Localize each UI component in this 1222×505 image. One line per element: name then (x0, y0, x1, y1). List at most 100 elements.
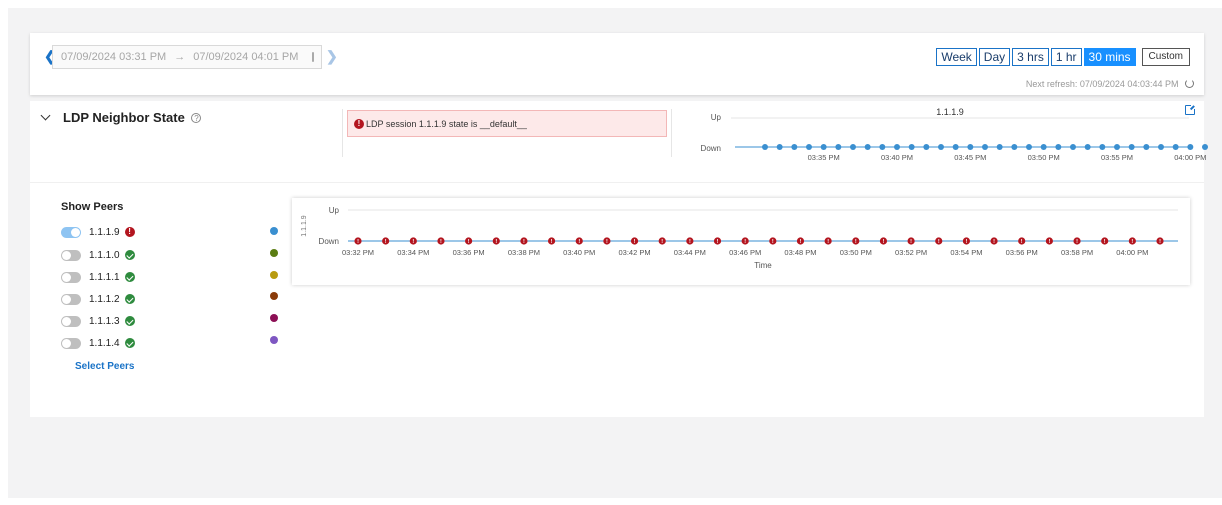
data-point[interactable] (1084, 144, 1091, 150)
error-marker-glyph: ! (412, 239, 414, 245)
peer-item: 1.1.1.1 (61, 269, 135, 285)
range-button-day[interactable]: Day (978, 48, 1011, 66)
range-end: 07/09/2024 04:01 PM (193, 51, 299, 63)
refresh-icon[interactable] (1185, 79, 1194, 88)
mini-series-label: 1.1.1.9 (936, 107, 964, 117)
x-tick-label: 03:46 PM (729, 248, 761, 257)
data-point[interactable] (1172, 144, 1179, 150)
data-point[interactable] (835, 144, 842, 150)
data-point[interactable] (806, 144, 812, 150)
section-title-text: LDP Neighbor State (63, 110, 185, 125)
error-marker-glyph: ! (717, 239, 719, 245)
error-marker-glyph: ! (357, 239, 359, 245)
data-point[interactable] (1128, 144, 1135, 150)
peer-toggle[interactable] (61, 315, 81, 327)
ldp-neighbor-panel: LDP Neighbor State ? ! LDP session 1.1.1… (30, 101, 1208, 417)
error-marker-glyph: ! (938, 239, 940, 245)
y-tick-label: Up (329, 206, 340, 215)
collapse-chevron-icon[interactable] (40, 110, 51, 121)
check-status-icon (124, 338, 135, 348)
show-peers-title: Show Peers (61, 201, 124, 213)
range-button-3hrs[interactable]: 3 hrs (1012, 48, 1049, 66)
peer-label: 1.1.1.2 (89, 293, 120, 305)
x-tick-label: 03:48 PM (784, 248, 816, 257)
next-refresh: Next refresh: 07/09/2024 04:03:44 PM (1026, 79, 1194, 89)
peer-label: 1.1.1.4 (89, 337, 120, 349)
select-peers-link[interactable]: Select Peers (75, 361, 135, 372)
data-point[interactable] (791, 144, 798, 150)
peer-toggle[interactable] (61, 293, 81, 305)
data-point[interactable] (908, 144, 915, 150)
peer-color-dot (270, 249, 278, 257)
peer-toggle[interactable] (61, 271, 81, 283)
error-marker-glyph: ! (440, 239, 442, 245)
section-divider (30, 182, 1204, 183)
data-point[interactable] (1202, 144, 1208, 150)
data-point[interactable] (1055, 144, 1062, 150)
range-button-week[interactable]: Week (936, 48, 977, 66)
x-tick-label: 03:45 PM (954, 153, 986, 162)
column-divider (671, 109, 672, 157)
data-point[interactable] (1040, 144, 1047, 150)
data-point[interactable] (1158, 144, 1164, 150)
range-button-30mins[interactable]: 30 mins (1083, 48, 1136, 66)
data-point[interactable] (864, 144, 871, 150)
peer-color-dot (270, 314, 278, 322)
data-point[interactable] (1143, 144, 1150, 150)
data-point[interactable] (967, 144, 974, 150)
x-tick-label: 03:36 PM (453, 248, 485, 257)
data-point[interactable] (1011, 144, 1018, 150)
data-point[interactable] (850, 144, 856, 150)
x-tick-label: 03:38 PM (508, 248, 540, 257)
open-external-icon[interactable] (1185, 104, 1196, 115)
x-tick-label: 03:50 PM (840, 248, 872, 257)
state-chart: 1.1.1.9 Up Down !!!!!!!!!!!!!!!!!!!!!!!!… (301, 206, 1178, 270)
data-point[interactable] (1070, 144, 1076, 150)
x-tick-label: 03:58 PM (1061, 248, 1093, 257)
peer-item: 1.1.1.2 (61, 291, 135, 307)
data-point[interactable] (1026, 144, 1032, 150)
peer-label: 1.1.1.9 (89, 226, 120, 238)
data-point[interactable] (762, 144, 768, 150)
data-point[interactable] (952, 144, 959, 150)
next-range-button[interactable]: ❯ (326, 48, 338, 65)
peer-toggle[interactable] (61, 226, 81, 238)
peer-toggle[interactable] (61, 337, 81, 349)
data-point[interactable] (982, 144, 988, 150)
custom-range-button[interactable]: Custom (1141, 48, 1190, 66)
help-icon[interactable]: ? (191, 113, 202, 123)
x-tick-label: 03:34 PM (397, 248, 429, 257)
peer-item: 1.1.1.4 (61, 335, 135, 351)
error-marker-glyph: ! (993, 239, 995, 245)
data-point[interactable] (1099, 144, 1106, 150)
error-marker-glyph: ! (1021, 239, 1023, 245)
data-point[interactable] (1114, 144, 1120, 150)
data-point[interactable] (923, 144, 930, 150)
error-marker-glyph: ! (1159, 239, 1161, 245)
alert-text: LDP session 1.1.1.9 state is __default__ (366, 118, 527, 129)
error-marker-glyph: ! (523, 239, 525, 245)
check-status-icon (124, 294, 135, 304)
next-refresh-text: Next refresh: 07/09/2024 04:03:44 PM (1025, 79, 1179, 89)
data-point[interactable] (776, 144, 783, 150)
error-marker-glyph: ! (965, 239, 967, 245)
error-marker-glyph: ! (551, 239, 553, 245)
data-point[interactable] (996, 144, 1003, 150)
data-point[interactable] (820, 144, 827, 150)
data-point[interactable] (894, 144, 900, 150)
peer-color-dot (270, 271, 278, 279)
data-point[interactable] (1187, 144, 1194, 150)
x-tick-label: 03:40 PM (563, 248, 595, 257)
date-range-picker[interactable]: 07/09/2024 03:31 PM → 07/09/2024 04:01 P… (52, 45, 322, 69)
error-marker-glyph: ! (1131, 239, 1133, 245)
calendar-icon[interactable] (312, 52, 315, 62)
x-tick-label: 03:56 PM (1006, 248, 1038, 257)
mini-state-chart: Up Down 1.1.1.9 03:35 PM 03:40 PM 03:45 PM… (701, 107, 1208, 162)
data-point[interactable] (879, 144, 886, 150)
x-tick-label: 04:00 PM (1174, 153, 1206, 162)
peer-toggle[interactable] (61, 249, 81, 261)
range-button-1hr[interactable]: 1 hr (1050, 48, 1082, 66)
data-point[interactable] (938, 144, 944, 150)
error-marker-glyph: ! (883, 239, 885, 245)
time-range-toolbar: ❮ 07/09/2024 03:31 PM → 07/09/2024 04:01… (30, 33, 1204, 95)
